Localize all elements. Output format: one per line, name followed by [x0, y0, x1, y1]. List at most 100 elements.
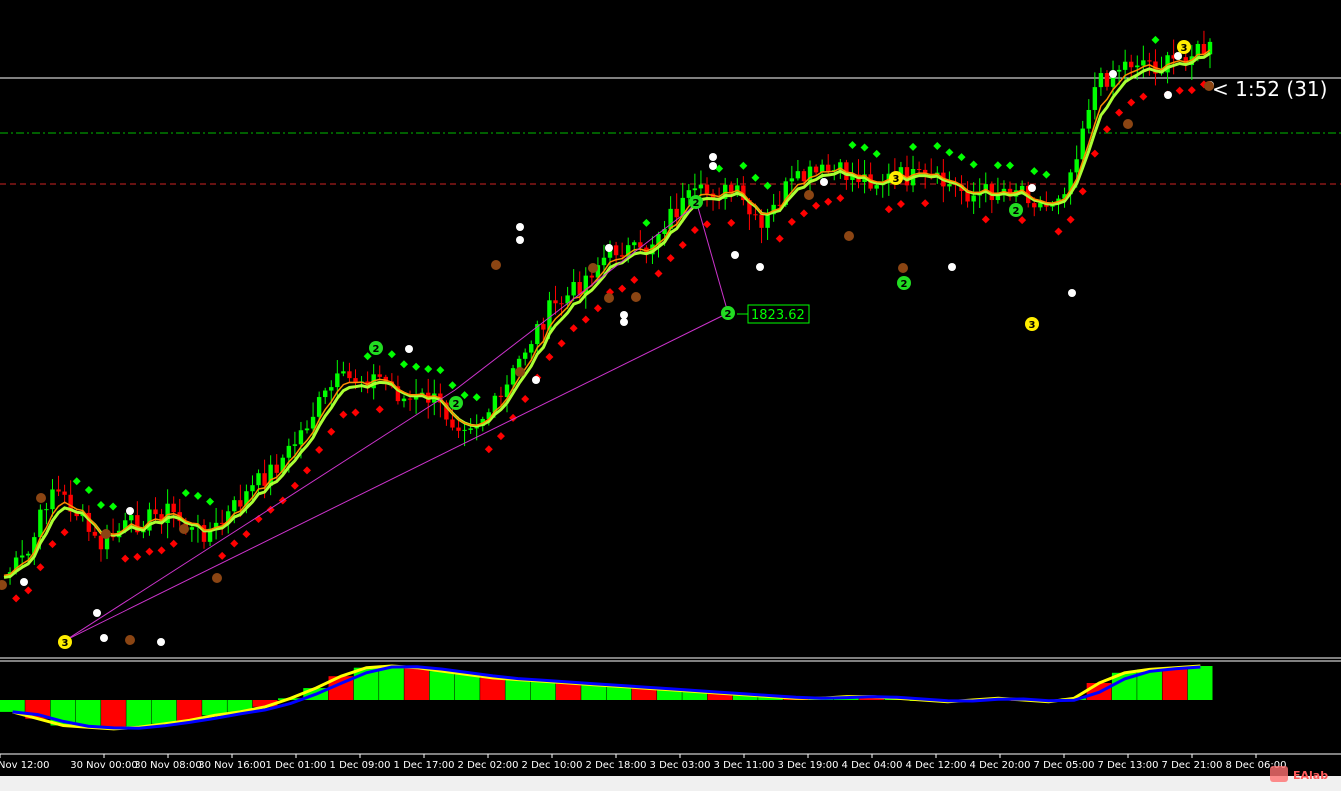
candle-body: [692, 188, 698, 191]
signal-dot-brown: [631, 292, 641, 302]
candle-body: [619, 255, 625, 257]
time-axis-label: 7 Dec 13:00: [1098, 760, 1159, 771]
candle-body: [1074, 159, 1079, 173]
pivot-marker-label: 2: [373, 344, 380, 355]
histogram-bar: [126, 700, 152, 728]
candle-body: [171, 503, 176, 513]
candle-body: [19, 555, 25, 558]
candle-body: [826, 164, 831, 172]
time-axis-label: 2 Dec 18:00: [586, 760, 647, 771]
candle-body: [329, 387, 334, 391]
time-axis-label: 4 Dec 20:00: [970, 760, 1031, 771]
candle-body: [341, 371, 346, 374]
price-label-value: 1823.62: [751, 308, 805, 323]
histogram-bar: [454, 674, 480, 700]
time-axis-label: 4 Dec 12:00: [906, 760, 967, 771]
candle-body: [789, 178, 795, 182]
signal-dot-white: [756, 263, 764, 271]
candle-body: [56, 489, 61, 492]
signal-dot-white: [157, 638, 165, 646]
candle-timer: < 1:52 (31): [1212, 77, 1327, 101]
signal-dot-brown: [36, 493, 46, 503]
time-axis-label: 30 Nov 16:00: [198, 760, 265, 771]
signal-dot-white: [620, 318, 628, 326]
histogram-bar: [101, 700, 126, 729]
signal-dot-brown: [515, 367, 525, 377]
candle-body: [759, 214, 764, 228]
candle-body: [589, 275, 595, 278]
candle-body: [274, 464, 279, 473]
pivot-marker-label: 2: [453, 399, 460, 410]
time-axis-label: 30 Nov 00:00: [70, 760, 137, 771]
signal-dot-brown: [804, 190, 814, 200]
signal-dot-brown: [212, 573, 222, 583]
candle-body: [632, 242, 637, 246]
histogram-bar: [1187, 666, 1213, 700]
candle-body: [1086, 109, 1091, 129]
candle-body: [347, 371, 352, 379]
candle-body: [510, 368, 516, 385]
candle-body: [971, 195, 976, 202]
histogram-bar: [0, 700, 25, 712]
candle-body: [377, 374, 382, 377]
watermark-icon: [1270, 766, 1288, 782]
candle-body: [1207, 41, 1213, 55]
candle-body: [1141, 60, 1146, 66]
candle-body: [559, 303, 564, 305]
signal-dot-white: [820, 178, 828, 186]
candle-body: [407, 398, 413, 400]
candle-body: [286, 445, 292, 458]
time-axis-label: 3 Dec 03:00: [650, 760, 711, 771]
candle-body: [686, 190, 692, 198]
signal-dot-white: [605, 244, 613, 252]
candle-body: [916, 169, 922, 171]
price-label: 1823.62: [737, 304, 810, 324]
candle-body: [947, 184, 952, 187]
signal-dot-brown: [898, 263, 908, 273]
signal-dot-white: [20, 578, 28, 586]
signal-dot-white: [1068, 289, 1076, 297]
signal-dot-brown: [604, 293, 614, 303]
signal-dot-brown: [179, 524, 189, 534]
candle-body: [541, 324, 546, 330]
signal-dot-white: [709, 162, 717, 170]
candle-body: [1147, 60, 1152, 62]
time-axis-label: 1 Dec 09:00: [330, 760, 391, 771]
candle-body: [262, 473, 267, 486]
candle-body: [698, 184, 704, 189]
signal-dot-white: [100, 634, 108, 642]
candle-body: [553, 300, 558, 304]
candle-body: [92, 531, 98, 536]
time-axis-label: 2 Dec 02:00: [458, 760, 519, 771]
time-axis-label: 1 Dec 17:00: [394, 760, 455, 771]
signal-dot-brown: [125, 635, 135, 645]
signal-dot-white: [405, 345, 413, 353]
histogram-bar: [151, 700, 177, 724]
time-axis-label: 30 Nov 08:00: [134, 760, 201, 771]
time-axis-label: 1 Dec 01:00: [266, 760, 327, 771]
candle-body: [1116, 69, 1122, 72]
candle-body: [1032, 203, 1037, 208]
candle-body: [704, 184, 710, 194]
candle-body: [322, 390, 328, 398]
chart-canvas: 3 2 2 2 2 3 2 2 3 3 1823.62 < 1:52 (31) Nov 12:00…: [0, 0, 1341, 791]
time-axis-label: Nov 12:00: [0, 760, 50, 771]
candle-body: [238, 500, 243, 507]
candle-body: [601, 257, 607, 266]
candle-body: [153, 509, 158, 515]
signal-dot-brown: [491, 260, 501, 270]
candle-body: [38, 509, 43, 538]
watermark: EAlab: [1270, 766, 1328, 782]
candle-body: [310, 416, 316, 429]
signal-dot-white: [948, 263, 956, 271]
signal-dot-brown: [588, 263, 598, 273]
candle-body: [335, 373, 340, 388]
pivot-marker-label: 3: [62, 638, 69, 649]
histogram-bar: [581, 684, 606, 700]
candle-body: [516, 358, 522, 369]
signal-dot-white: [516, 223, 524, 231]
time-axis-label: 7 Dec 21:00: [1162, 760, 1223, 771]
candle-body: [292, 444, 298, 446]
candle-body: [462, 429, 467, 431]
pivot-marker-label: 2: [1013, 206, 1020, 217]
